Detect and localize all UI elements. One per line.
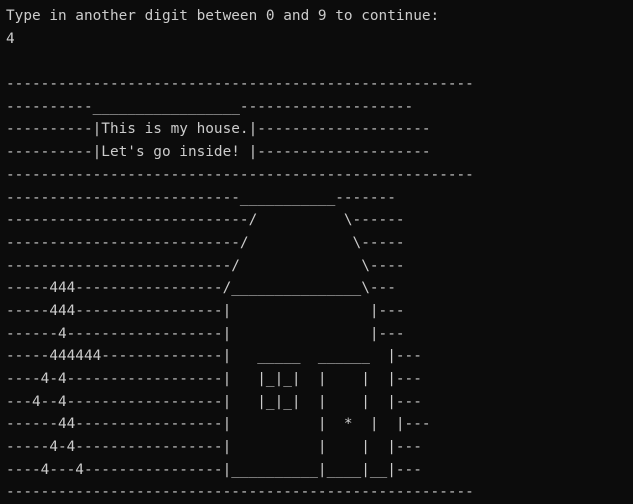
output-line: ------4------------------| |--- bbox=[6, 325, 405, 342]
prompt-line: Type in another digit between 0 and 9 to… bbox=[6, 8, 440, 24]
output-line: ----------|This is my house.|-----------… bbox=[6, 121, 431, 138]
output-line: -----444444--------------| _____ ______ … bbox=[6, 348, 422, 365]
output-line: ----------|Let's go inside! |-----------… bbox=[6, 144, 431, 161]
output-line: ----------------------------------------… bbox=[6, 76, 474, 93]
output-line: -----444-----------------| |--- bbox=[6, 302, 405, 319]
output-line: -----4-4-----------------| | | |--- bbox=[6, 439, 422, 456]
output-line: ----------------------------------------… bbox=[6, 484, 474, 501]
output-line: ----4---4----------------|__________|___… bbox=[6, 461, 422, 478]
output-line: ---4--4------------------| |_|_| | | |--… bbox=[6, 393, 422, 410]
output-line: --------------------------/ \---- bbox=[6, 257, 405, 274]
output-line: ----4-4------------------| |_|_| | | |--… bbox=[6, 371, 422, 387]
output-line: ----------_________________-------------… bbox=[6, 98, 414, 115]
user-input-line: 4 bbox=[6, 30, 15, 47]
output-line: ----------------------------------------… bbox=[6, 166, 474, 183]
output-line: ---------------------------___________--… bbox=[6, 189, 396, 206]
output-line: ------44-----------------| | * | |--- bbox=[6, 416, 431, 433]
output-line: ----------------------------/ \------ bbox=[6, 212, 405, 229]
output-line: -----444-----------------/______________… bbox=[6, 280, 396, 297]
output-line: ---------------------------/ \----- bbox=[6, 234, 405, 251]
terminal-output: Type in another digit between 0 and 9 to… bbox=[0, 0, 633, 500]
